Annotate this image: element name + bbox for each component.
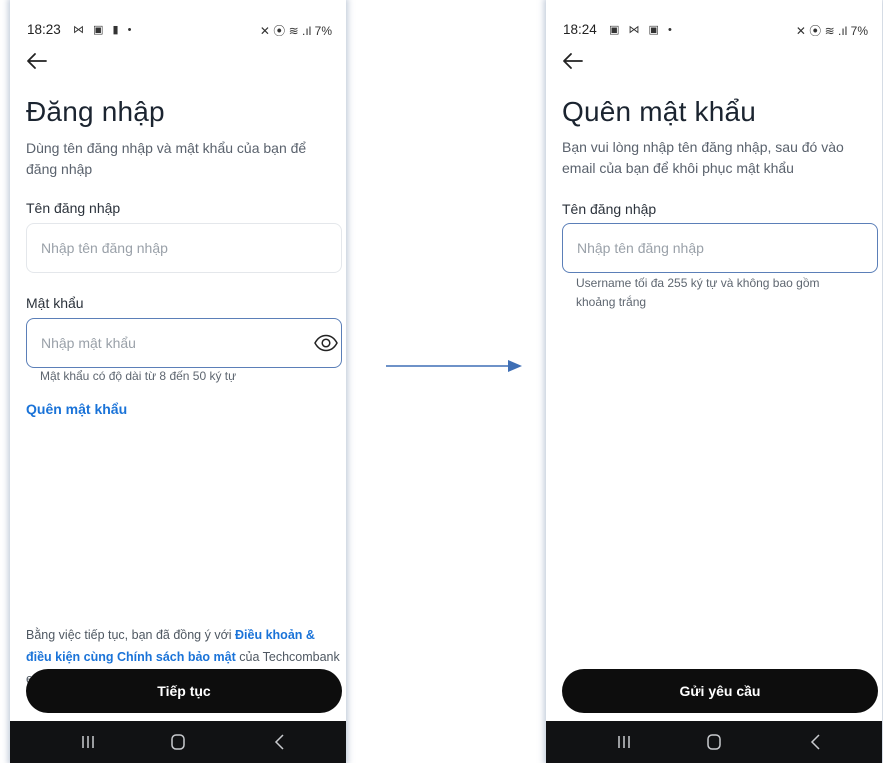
status-indicators: ✕ ⦿ ≋ .ıl 7% <box>259 24 332 38</box>
password-label: Mật khẩu <box>26 295 84 311</box>
flow-arrow-icon <box>386 360 522 372</box>
back-nav-icon[interactable] <box>270 733 290 751</box>
page-subtitle: Bạn vui lòng nhập tên đăng nhập, sau đó … <box>562 139 844 176</box>
username-hint: Username tối đa 255 ký tự và không bao g… <box>576 276 820 309</box>
android-nav-bar <box>10 721 346 763</box>
username-label: Tên đăng nhập <box>26 200 121 216</box>
back-nav-icon[interactable] <box>806 733 826 751</box>
username-label: Tên đăng nhập <box>562 201 657 217</box>
status-bar: 18:23 ⋈ ▣ ▮ • ✕ ⦿ ≋ .ıl 7% <box>27 22 332 40</box>
back-arrow-icon[interactable] <box>26 52 48 74</box>
back-arrow-icon[interactable] <box>562 52 584 74</box>
page-subtitle: Dùng tên đăng nhập và mật khẩu của bạn đ… <box>26 140 307 177</box>
password-input[interactable] <box>26 318 342 368</box>
notification-icons: ⋈ ▣ ▮ • <box>73 24 135 36</box>
status-time: 18:24 <box>563 22 597 37</box>
terms-prefix: Bằng việc tiếp tục, bạn đã đồng ý với <box>26 628 236 642</box>
page-title: Đăng nhập <box>26 96 165 127</box>
notification-icons: ▣ ⋈ ▣ • <box>609 24 675 36</box>
page-title: Quên mật khẩu <box>562 96 757 127</box>
send-request-button[interactable]: Gửi yêu cầu <box>562 669 878 713</box>
password-hint: Mật khẩu có độ dài từ 8 đến 50 ký tự <box>40 369 237 383</box>
forgot-password-link[interactable]: Quên mật khẩu <box>26 401 127 417</box>
status-indicators: ✕ ⦿ ≋ .ıl 7% <box>795 24 868 38</box>
status-bar: 18:24 ▣ ⋈ ▣ • ✕ ⦿ ≋ .ıl 7% <box>563 22 868 40</box>
forgot-password-screen: 18:24 ▣ ⋈ ▣ • ✕ ⦿ ≋ .ıl 7% Quên mật khẩu… <box>546 0 882 763</box>
username-input[interactable] <box>562 223 878 273</box>
password-field <box>26 318 342 368</box>
recent-apps-icon[interactable] <box>614 733 634 751</box>
continue-button[interactable]: Tiếp tục <box>26 669 342 713</box>
status-time: 18:23 <box>27 22 61 37</box>
android-nav-bar <box>546 721 882 763</box>
home-icon[interactable] <box>168 733 188 751</box>
home-icon[interactable] <box>704 733 724 751</box>
username-input[interactable] <box>26 223 342 273</box>
eye-icon[interactable] <box>312 332 340 354</box>
recent-apps-icon[interactable] <box>78 733 98 751</box>
login-screen: 18:23 ⋈ ▣ ▮ • ✕ ⦿ ≋ .ıl 7% Đăng nhập Dùn… <box>10 0 346 763</box>
